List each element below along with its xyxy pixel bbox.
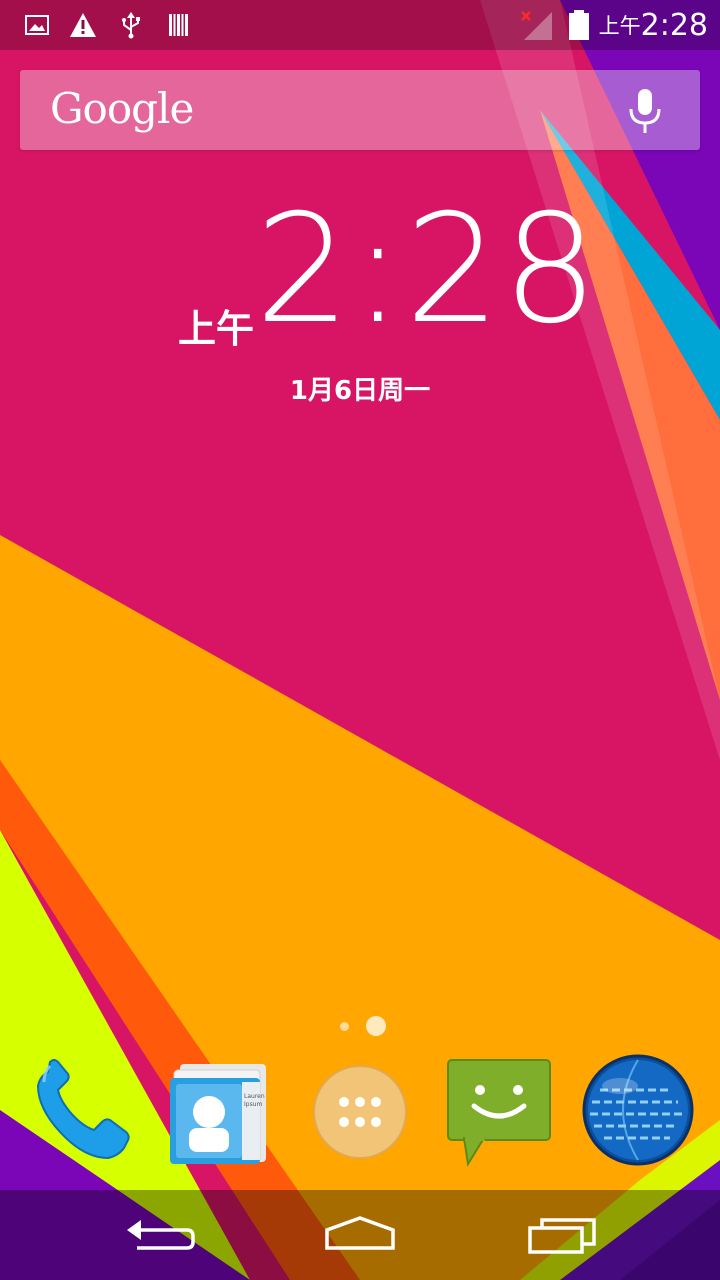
- clock-ampm: 上午: [178, 307, 255, 351]
- page-dot-1: [340, 1022, 349, 1031]
- messaging-icon[interactable]: [440, 1050, 560, 1170]
- browser-globe-icon[interactable]: [578, 1050, 698, 1170]
- signal-no-service-icon: [521, 11, 552, 40]
- battery-icon: [569, 10, 589, 40]
- contacts-icon[interactable]: Lauren Ipsum: [162, 1050, 282, 1170]
- status-clock: 上午2:28: [599, 8, 708, 43]
- navigation-bar: [0, 1190, 720, 1280]
- barcode-icon: [169, 14, 188, 36]
- recents-icon[interactable]: [518, 1210, 608, 1260]
- home-icon[interactable]: [315, 1210, 405, 1260]
- clock-widget[interactable]: 上午 2:28 1月6日周一: [0, 195, 720, 420]
- google-logo[interactable]: Google: [50, 84, 194, 133]
- gallery-icon: [25, 15, 49, 35]
- clock-time: 2:28: [255, 183, 600, 357]
- app-drawer-icon[interactable]: [300, 1050, 420, 1170]
- status-bar: 上午2:28: [0, 0, 720, 50]
- warning-icon: [70, 13, 96, 37]
- contacts-card-text-1: Lauren: [244, 1093, 265, 1100]
- clock-date: 1月6日周一: [289, 376, 431, 406]
- microphone-icon[interactable]: [626, 87, 664, 135]
- page-indicator: [0, 1014, 720, 1038]
- usb-icon: [122, 12, 140, 39]
- page-dot-2-current: [366, 1016, 386, 1036]
- status-clock-time: 2:28: [640, 8, 708, 43]
- google-search-bar[interactable]: Google: [20, 70, 700, 150]
- phone-icon[interactable]: [20, 1050, 140, 1170]
- contacts-card-text-2: Ipsum: [244, 1101, 263, 1108]
- status-clock-ampm: 上午: [598, 14, 641, 38]
- dock: Lauren Ipsum: [0, 1050, 720, 1180]
- back-icon[interactable]: [115, 1210, 205, 1260]
